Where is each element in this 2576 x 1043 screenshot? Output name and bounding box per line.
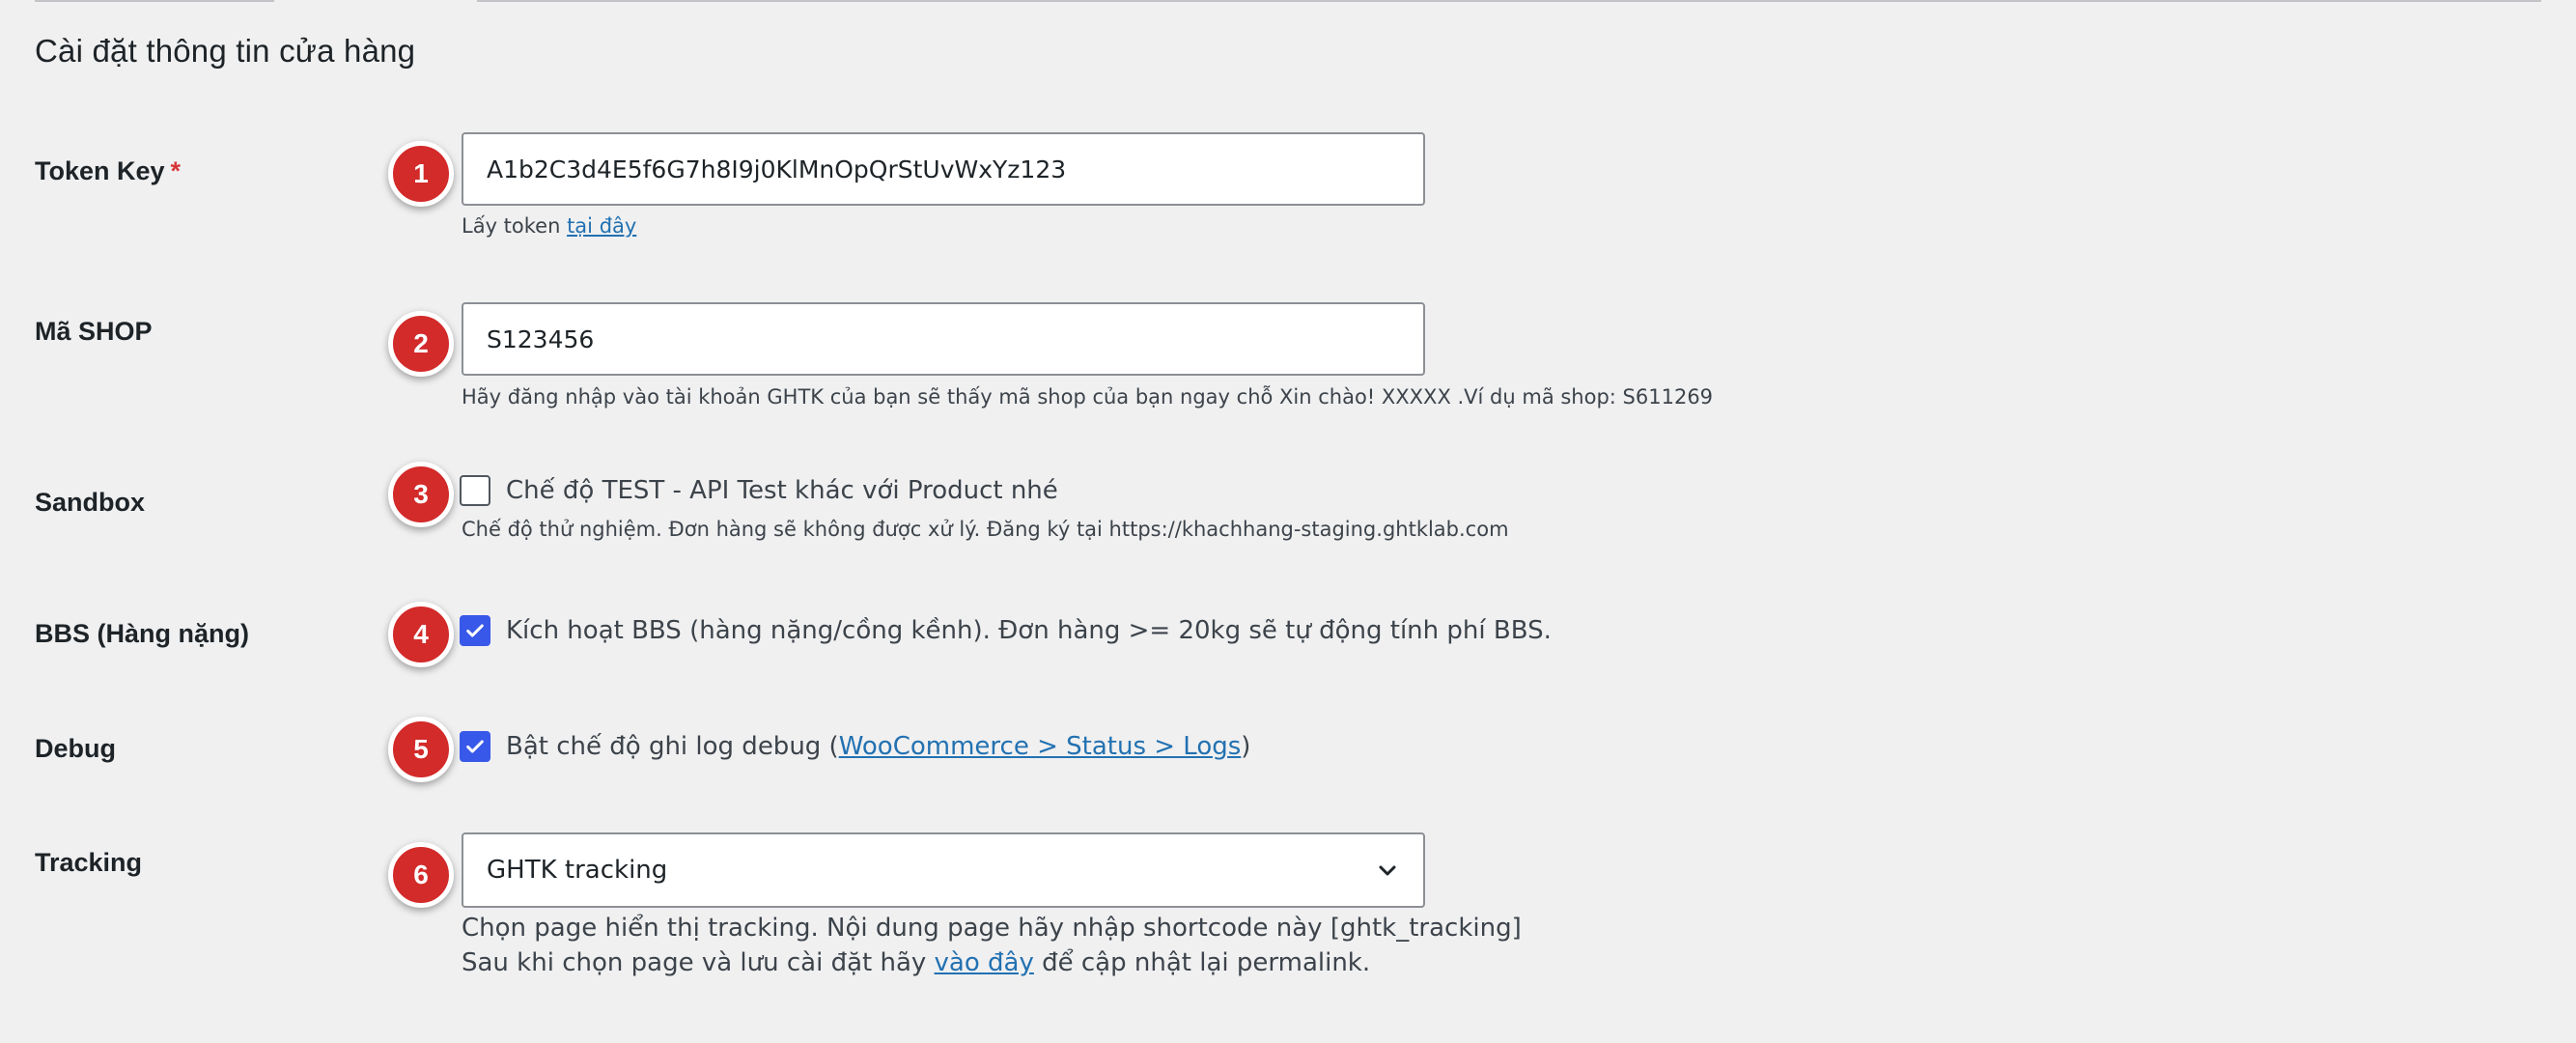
tracking-description-line1: Chọn page hiển thị tracking. Nội dung pa… bbox=[462, 914, 1522, 943]
step-badge-3: 3 bbox=[388, 462, 454, 527]
debug-checkbox-row: Bật chế độ ghi log debug (WooCommerce > … bbox=[460, 731, 1250, 762]
check-icon bbox=[466, 624, 484, 637]
token-key-label: Token Key * bbox=[35, 156, 181, 186]
header-divider bbox=[477, 0, 2541, 2]
check-icon bbox=[466, 740, 484, 753]
shop-code-description: Hãy đăng nhập vào tài khoản GHTK của bạn… bbox=[462, 385, 1714, 409]
settings-page: Cài đặt thông tin cửa hàng Token Key * 1 … bbox=[0, 0, 2576, 1043]
debug-label-suffix: ) bbox=[1241, 732, 1251, 761]
tracking-desc2-prefix: Sau khi chọn page và lưu cài đặt hãy bbox=[462, 948, 935, 977]
token-key-input[interactable] bbox=[462, 132, 1425, 206]
sandbox-checkbox-row: Chế độ TEST - API Test khác với Product … bbox=[460, 475, 1058, 506]
required-mark: * bbox=[170, 156, 182, 185]
debug-label-prefix: Bật chế độ ghi log debug ( bbox=[506, 732, 839, 761]
sandbox-checkbox-label[interactable]: Chế độ TEST - API Test khác với Product … bbox=[506, 476, 1058, 505]
step-badge-4: 4 bbox=[388, 602, 454, 667]
debug-label: Debug bbox=[35, 734, 116, 763]
token-key-label-text: Token Key bbox=[35, 156, 165, 185]
sandbox-label: Sandbox bbox=[35, 488, 146, 517]
debug-checkbox-label[interactable]: Bật chế độ ghi log debug (WooCommerce > … bbox=[506, 732, 1250, 761]
tracking-select-value: GHTK tracking bbox=[487, 856, 668, 885]
update-permalink-link[interactable]: vào đây bbox=[935, 948, 1034, 977]
bbs-checkbox[interactable] bbox=[460, 615, 490, 646]
step-badge-1: 1 bbox=[388, 141, 454, 207]
token-desc-text: Lấy token bbox=[462, 214, 568, 238]
shop-code-input[interactable] bbox=[462, 302, 1425, 376]
step-badge-5: 5 bbox=[388, 717, 454, 782]
woocommerce-logs-link[interactable]: WooCommerce > Status > Logs bbox=[839, 732, 1242, 761]
shop-code-label: Mã SHOP bbox=[35, 317, 153, 346]
sandbox-description: Chế độ thử nghiệm. Đơn hàng sẽ không đượ… bbox=[462, 518, 1509, 541]
bbs-label: BBS (Hàng nặng) bbox=[35, 619, 249, 648]
get-token-link[interactable]: tại đây bbox=[567, 214, 636, 238]
chevron-down-icon bbox=[1375, 858, 1400, 883]
tracking-label: Tracking bbox=[35, 848, 143, 877]
step-badge-6: 6 bbox=[388, 842, 454, 908]
sandbox-checkbox[interactable] bbox=[460, 475, 490, 506]
section-title: Cài đặt thông tin cửa hàng bbox=[35, 33, 416, 69]
bbs-checkbox-label[interactable]: Kích hoạt BBS (hàng nặng/cồng kềnh). Đơn… bbox=[506, 616, 1552, 645]
tracking-desc2-suffix: để cập nhật lại permalink. bbox=[1033, 948, 1371, 977]
tab-underline bbox=[35, 0, 274, 2]
token-key-description: Lấy token tại đây bbox=[462, 214, 636, 238]
bbs-checkbox-row: Kích hoạt BBS (hàng nặng/cồng kềnh). Đơn… bbox=[460, 615, 1552, 646]
debug-checkbox[interactable] bbox=[460, 731, 490, 762]
tracking-page-select[interactable]: GHTK tracking bbox=[462, 832, 1425, 908]
step-badge-2: 2 bbox=[388, 311, 454, 377]
tracking-description-line2: Sau khi chọn page và lưu cài đặt hãy vào… bbox=[462, 945, 1370, 980]
